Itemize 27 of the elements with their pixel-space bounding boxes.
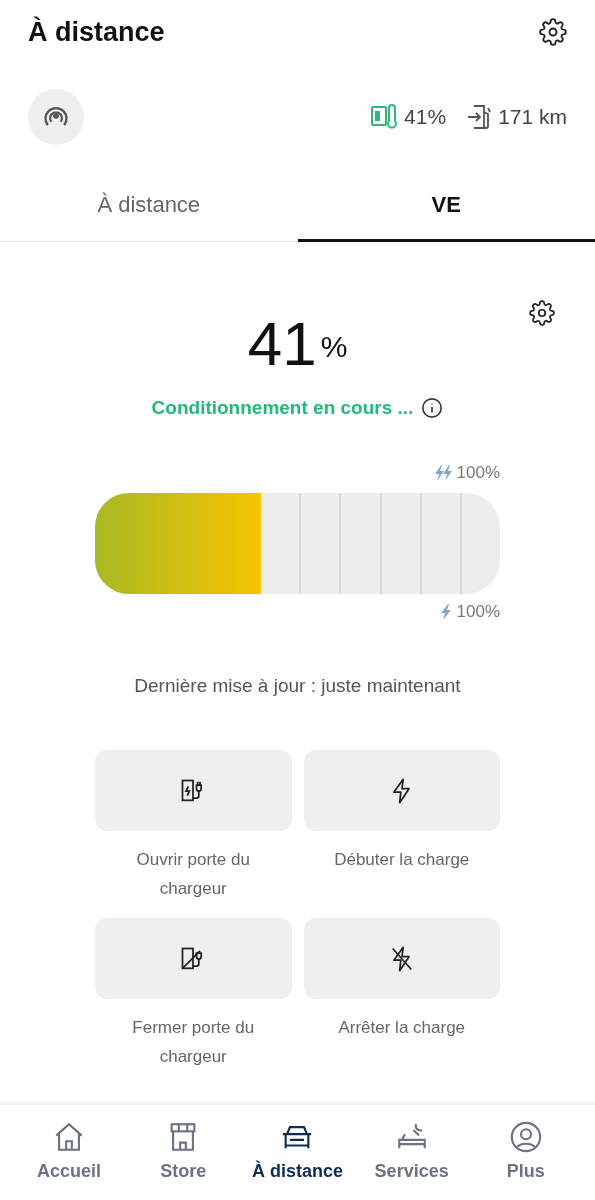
- battery-reading: 41%: [404, 104, 447, 131]
- action-label: Débuter la charge: [333, 849, 471, 871]
- range-reading: 171 km: [498, 104, 567, 131]
- charge-percentage: 41: [247, 312, 317, 376]
- profile-icon: [508, 1120, 543, 1154]
- action-label: Ouvrir porte du chargeur: [135, 849, 251, 900]
- info-icon[interactable]: [421, 397, 444, 420]
- nav-item[interactable]: Plus: [470, 1120, 581, 1185]
- charging-status: Conditionnement en cours ...: [151, 396, 414, 420]
- nav-item[interactable]: Services: [356, 1120, 467, 1185]
- settings-icon[interactable]: [539, 18, 567, 46]
- action-label: Fermer porte du chargeur: [131, 1017, 256, 1068]
- dc-limit: 100%: [456, 461, 500, 484]
- ac-limit: 100%: [456, 600, 500, 623]
- lightning-icon: [438, 602, 453, 621]
- remote-signal-button[interactable]: [28, 89, 84, 145]
- tab[interactable]: À distance: [0, 170, 298, 242]
- tab[interactable]: VE: [297, 170, 595, 242]
- last-update-text: Dernière mise à jour : juste maintenant: [134, 673, 461, 698]
- nav-item[interactable]: À distance: [242, 1120, 353, 1185]
- nav-item[interactable]: Accueil: [14, 1120, 125, 1185]
- double-lightning-icon: [432, 463, 453, 482]
- action-label: Arrêter la charge: [337, 1017, 467, 1039]
- page-title: À distance: [28, 15, 165, 49]
- settings-icon[interactable]: [529, 300, 555, 326]
- percent-sign: %: [320, 329, 348, 365]
- nav-item[interactable]: Store: [128, 1120, 239, 1185]
